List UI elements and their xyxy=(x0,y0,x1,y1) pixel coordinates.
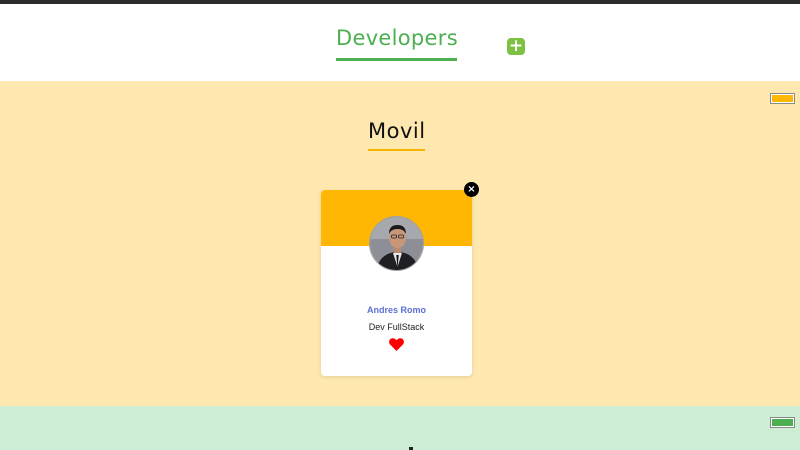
section-title: Movil xyxy=(368,119,425,151)
section-color-picker[interactable] xyxy=(770,93,795,104)
remove-card-button[interactable]: × xyxy=(464,182,479,197)
section-color-picker[interactable] xyxy=(770,417,795,428)
section-next xyxy=(0,406,800,450)
avatar xyxy=(369,216,424,271)
section-movil: Movil Andres Romo Dev FullStack xyxy=(0,81,800,406)
developer-role: Dev FullStack xyxy=(368,322,425,332)
plus-square-icon: + xyxy=(508,36,524,56)
page-title: Developers xyxy=(336,26,458,61)
close-icon: × xyxy=(467,184,476,195)
add-developer-button[interactable]: + xyxy=(507,38,525,55)
color-swatch-fill xyxy=(772,419,793,426)
color-swatch-fill xyxy=(772,95,793,102)
heart-icon[interactable] xyxy=(389,336,404,351)
developer-card[interactable]: Andres Romo Dev FullStack xyxy=(321,190,472,376)
header: Developers + xyxy=(0,4,800,81)
developer-name: Andres Romo xyxy=(366,305,426,315)
